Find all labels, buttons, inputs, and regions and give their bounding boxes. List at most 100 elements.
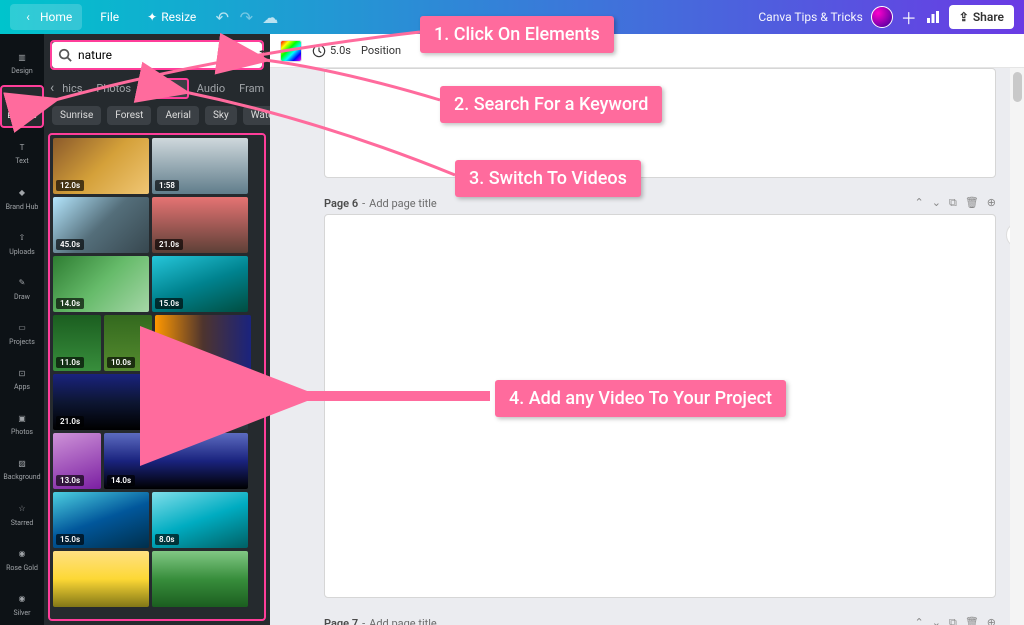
video-duration: 14.0s [107, 475, 135, 486]
document-title[interactable]: Canva Tips & Tricks [758, 10, 862, 24]
video-thumb[interactable]: 18.0s [155, 315, 251, 371]
video-duration: 10.0s [107, 357, 135, 368]
video-thumb[interactable] [53, 551, 149, 607]
elements-tabs: ‹ hicsPhotosVideosAudioFram› [44, 74, 270, 102]
tab-audio[interactable]: Audio [191, 78, 231, 99]
chip-sky[interactable]: Sky [205, 106, 237, 125]
video-thumb[interactable]: 15.0s [152, 256, 248, 312]
clock-icon [312, 44, 326, 58]
sidebar-item-brand-hub[interactable]: ◆Brand Hub [0, 176, 44, 219]
redo-icon[interactable]: ↷ [238, 9, 254, 25]
page-canvas-prev[interactable] [324, 68, 996, 178]
video-duration: 1:58 [155, 180, 179, 191]
sidebar-label: Starred [11, 520, 34, 527]
upload-icon: ⇪ [959, 10, 969, 24]
video-thumb[interactable]: 20.0s [152, 374, 248, 430]
sidebar-item-uploads[interactable]: ⇧Uploads [0, 221, 44, 264]
page-collapse-icon[interactable]: ⌃ [915, 196, 924, 210]
page-expand-icon[interactable]: ⌄ [932, 616, 941, 625]
page-delete-icon[interactable]: 🗑 [965, 196, 979, 210]
chip-aerial[interactable]: Aerial [157, 106, 199, 125]
tab-videos[interactable]: Videos [139, 78, 189, 99]
sidebar-item-photos[interactable]: ▣Photos [0, 401, 44, 444]
annotation-1: 1. Click On Elements [420, 16, 614, 53]
sidebar-item-design[interactable]: ▥Design [0, 40, 44, 83]
cloud-sync-icon[interactable]: ☁ [262, 9, 278, 25]
video-duration: 21.0s [155, 239, 183, 250]
sidebar-label: Uploads [9, 249, 35, 256]
sidebar-label: Text [15, 158, 28, 165]
color-picker[interactable] [280, 40, 302, 62]
sidebar-icon: ▥ [13, 48, 31, 66]
sidebar-icon: ▭ [13, 319, 31, 337]
sidebar-label: Draw [14, 294, 30, 301]
home-button[interactable]: ‹ Home [10, 4, 82, 30]
page-add-icon[interactable]: ⊕ [987, 616, 996, 625]
resize-label: Resize [161, 10, 196, 24]
video-thumb[interactable]: 21.0s [53, 374, 149, 430]
sidebar-item-background[interactable]: ▨Background [0, 446, 44, 489]
video-duration: 21.0s [56, 416, 84, 427]
page-title-input[interactable]: Add page title [369, 197, 437, 210]
video-duration: 14.0s [56, 298, 84, 309]
sidebar-item-starred[interactable]: ☆Starred [0, 491, 44, 534]
tabs-prev-icon[interactable]: ‹ [50, 80, 54, 96]
tab-fram[interactable]: Fram [233, 78, 270, 99]
video-thumb[interactable]: 1:58 [152, 138, 248, 194]
video-duration: 11.0s [56, 357, 84, 368]
suggestion-chips: Sunrise Forest Aerial Sky Water [44, 102, 270, 131]
analytics-icon[interactable] [925, 9, 941, 25]
file-menu[interactable]: File [90, 5, 129, 29]
video-thumb[interactable]: 14.0s [104, 433, 248, 489]
vertical-scrollbar[interactable] [1010, 68, 1024, 625]
video-thumb[interactable]: 21.0s [152, 197, 248, 253]
chip-water[interactable]: Water [243, 106, 270, 125]
page-collapse-icon[interactable]: ⌃ [915, 616, 924, 625]
page-delete-icon[interactable]: 🗑 [965, 616, 979, 625]
page-duplicate-icon[interactable]: ⧉ [949, 196, 957, 210]
video-thumb[interactable]: 15.0s [53, 492, 149, 548]
page-number: Page 6 [324, 197, 358, 210]
video-thumb[interactable]: 8.0s [152, 492, 248, 548]
chip-sunrise[interactable]: Sunrise [52, 106, 101, 125]
resize-button[interactable]: ✦ Resize [137, 5, 206, 29]
sidebar-icon: ⊞ [13, 93, 31, 111]
page-title-input[interactable]: Add page title [369, 617, 437, 625]
sidebar-label: Silver [14, 610, 31, 617]
position-button[interactable]: Position [361, 44, 401, 57]
sidebar-item-silver[interactable]: ◉Silver [0, 582, 44, 625]
video-duration: 15.0s [56, 534, 84, 545]
duration-button[interactable]: 5.0s [312, 44, 351, 58]
sidebar-icon: ◉ [13, 545, 31, 563]
sidebar-item-draw[interactable]: ✎Draw [0, 266, 44, 309]
video-thumb[interactable]: 11.0s [53, 315, 101, 371]
sidebar-item-elements[interactable]: ⊞Elements [0, 85, 44, 128]
video-duration: 18.0s [158, 357, 186, 368]
chip-forest[interactable]: Forest [107, 106, 151, 125]
video-thumb[interactable]: 10.0s [104, 315, 152, 371]
sidebar-rail: ▥Design⊞ElementsTText◆Brand Hub⇧Uploads✎… [0, 34, 44, 625]
tab-photos[interactable]: Photos [90, 78, 137, 99]
share-button[interactable]: ⇪ Share [949, 5, 1014, 29]
video-thumb[interactable] [152, 551, 248, 607]
search-input[interactable] [78, 48, 234, 62]
video-thumb[interactable]: 45.0s [53, 197, 149, 253]
page-add-icon[interactable]: ⊕ [987, 196, 996, 210]
page-expand-icon[interactable]: ⌄ [932, 196, 941, 210]
sidebar-item-rose-gold[interactable]: ◉Rose Gold [0, 537, 44, 580]
sidebar-item-apps[interactable]: ⊡Apps [0, 356, 44, 399]
video-thumb[interactable]: 14.0s [53, 256, 149, 312]
video-thumb[interactable]: 12.0s [53, 138, 149, 194]
tab-hics[interactable]: hics [56, 78, 88, 99]
sidebar-item-projects[interactable]: ▭Projects [0, 311, 44, 354]
sidebar-item-text[interactable]: TText [0, 130, 44, 173]
undo-icon[interactable]: ↶ [214, 9, 230, 25]
avatar[interactable] [871, 6, 893, 28]
sidebar-icon: ⊡ [13, 364, 31, 382]
video-thumb[interactable]: 13.0s [53, 433, 101, 489]
page-duplicate-icon[interactable]: ⧉ [949, 616, 957, 625]
video-results: 12.0s 1:58 45.0s 21.0s 14.0s 15.0s 11.0s 10.0s 1… [50, 135, 264, 610]
video-duration: 8.0s [155, 534, 179, 545]
add-member-icon[interactable]: ＋ [901, 9, 917, 25]
clear-icon[interactable] [240, 49, 252, 61]
